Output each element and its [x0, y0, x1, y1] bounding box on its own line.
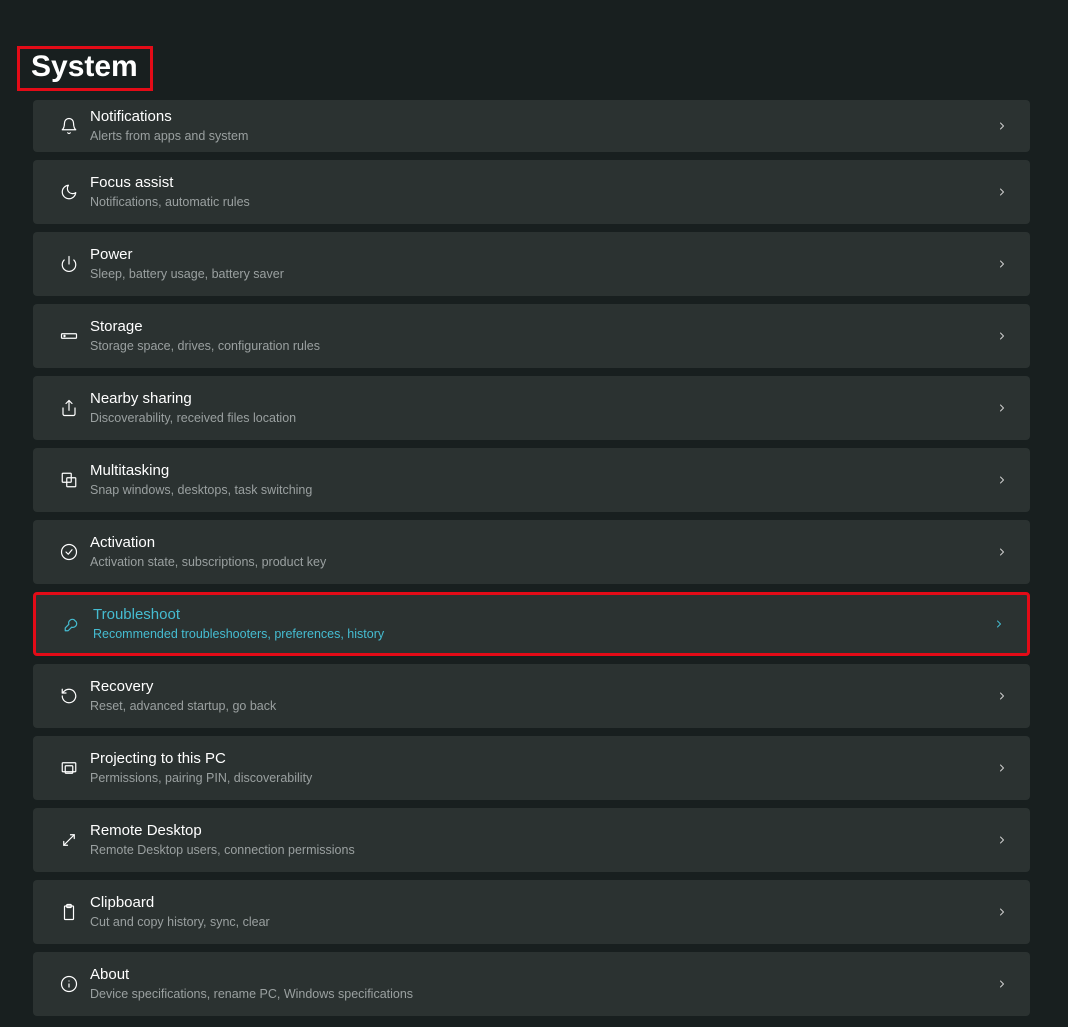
list-item-text: Power Sleep, battery usage, battery save…	[89, 246, 990, 282]
list-item-projecting[interactable]: Projecting to this PC Permissions, pairi…	[33, 736, 1030, 800]
power-icon	[49, 255, 89, 273]
list-item-storage[interactable]: Storage Storage space, drives, configura…	[33, 304, 1030, 368]
list-item-power[interactable]: Power Sleep, battery usage, battery save…	[33, 232, 1030, 296]
settings-list: Notifications Alerts from apps and syste…	[33, 100, 1030, 1024]
projecting-icon	[49, 759, 89, 777]
list-item-text: Focus assist Notifications, automatic ru…	[89, 174, 990, 210]
share-icon	[49, 399, 89, 417]
item-subtitle: Remote Desktop users, connection permiss…	[90, 843, 990, 859]
list-item-text: Remote Desktop Remote Desktop users, con…	[89, 822, 990, 858]
item-title: Remote Desktop	[90, 822, 990, 841]
wrench-icon	[52, 615, 92, 633]
moon-icon	[49, 183, 89, 201]
item-subtitle: Sleep, battery usage, battery saver	[90, 267, 990, 283]
chevron-right-icon	[990, 540, 1014, 564]
item-subtitle: Device specifications, rename PC, Window…	[90, 987, 990, 1003]
item-title: Activation	[90, 534, 990, 553]
list-item-text: Troubleshoot Recommended troubleshooters…	[92, 606, 987, 642]
chevron-right-icon	[990, 468, 1014, 492]
item-title: Clipboard	[90, 894, 990, 913]
item-title: Power	[90, 246, 990, 265]
list-item-nearby-sharing[interactable]: Nearby sharing Discoverability, received…	[33, 376, 1030, 440]
list-item-remote-desktop[interactable]: Remote Desktop Remote Desktop users, con…	[33, 808, 1030, 872]
item-subtitle: Notifications, automatic rules	[90, 195, 990, 211]
list-item-text: Projecting to this PC Permissions, pairi…	[89, 750, 990, 786]
chevron-right-icon	[990, 324, 1014, 348]
list-item-notifications[interactable]: Notifications Alerts from apps and syste…	[33, 100, 1030, 152]
item-title: Focus assist	[90, 174, 990, 193]
list-item-multitasking[interactable]: Multitasking Snap windows, desktops, tas…	[33, 448, 1030, 512]
chevron-right-icon	[987, 612, 1011, 636]
item-title: Recovery	[90, 678, 990, 697]
bell-icon	[49, 117, 89, 135]
item-subtitle: Discoverability, received files location	[90, 411, 990, 427]
list-item-focus-assist[interactable]: Focus assist Notifications, automatic ru…	[33, 160, 1030, 224]
list-item-troubleshoot[interactable]: Troubleshoot Recommended troubleshooters…	[33, 592, 1030, 656]
item-subtitle: Snap windows, desktops, task switching	[90, 483, 990, 499]
list-item-text: Nearby sharing Discoverability, received…	[89, 390, 990, 426]
list-item-text: Multitasking Snap windows, desktops, tas…	[89, 462, 990, 498]
check-circle-icon	[49, 543, 89, 561]
item-title: Troubleshoot	[93, 606, 987, 625]
item-subtitle: Cut and copy history, sync, clear	[90, 915, 990, 931]
item-subtitle: Permissions, pairing PIN, discoverabilit…	[90, 771, 990, 787]
list-item-text: Activation Activation state, subscriptio…	[89, 534, 990, 570]
chevron-right-icon	[990, 114, 1014, 138]
list-item-clipboard[interactable]: Clipboard Cut and copy history, sync, cl…	[33, 880, 1030, 944]
storage-icon	[49, 327, 89, 345]
recovery-icon	[49, 687, 89, 705]
item-subtitle: Activation state, subscriptions, product…	[90, 555, 990, 571]
chevron-right-icon	[990, 252, 1014, 276]
list-item-text: Storage Storage space, drives, configura…	[89, 318, 990, 354]
page-title: System	[17, 46, 153, 91]
list-item-text: Clipboard Cut and copy history, sync, cl…	[89, 894, 990, 930]
chevron-right-icon	[990, 684, 1014, 708]
info-icon	[49, 975, 89, 993]
list-item-text: Recovery Reset, advanced startup, go bac…	[89, 678, 990, 714]
list-item-text: About Device specifications, rename PC, …	[89, 966, 990, 1002]
item-title: Multitasking	[90, 462, 990, 481]
list-item-text: Notifications Alerts from apps and syste…	[89, 108, 990, 144]
chevron-right-icon	[990, 396, 1014, 420]
item-title: Storage	[90, 318, 990, 337]
item-subtitle: Recommended troubleshooters, preferences…	[93, 627, 987, 643]
item-title: Notifications	[90, 108, 990, 127]
chevron-right-icon	[990, 756, 1014, 780]
list-item-about[interactable]: About Device specifications, rename PC, …	[33, 952, 1030, 1016]
item-title: About	[90, 966, 990, 985]
list-item-activation[interactable]: Activation Activation state, subscriptio…	[33, 520, 1030, 584]
clipboard-icon	[49, 903, 89, 921]
remote-desktop-icon	[49, 831, 89, 849]
item-subtitle: Reset, advanced startup, go back	[90, 699, 990, 715]
item-title: Nearby sharing	[90, 390, 990, 409]
item-subtitle: Alerts from apps and system	[90, 129, 990, 145]
list-item-recovery[interactable]: Recovery Reset, advanced startup, go bac…	[33, 664, 1030, 728]
multitasking-icon	[49, 471, 89, 489]
chevron-right-icon	[990, 828, 1014, 852]
item-subtitle: Storage space, drives, configuration rul…	[90, 339, 990, 355]
chevron-right-icon	[990, 900, 1014, 924]
item-title: Projecting to this PC	[90, 750, 990, 769]
chevron-right-icon	[990, 180, 1014, 204]
chevron-right-icon	[990, 972, 1014, 996]
